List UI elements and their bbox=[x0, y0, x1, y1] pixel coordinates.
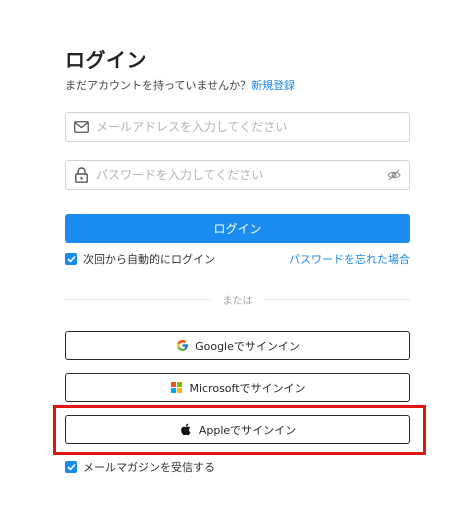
newsletter-label: メールマガジンを受信する bbox=[83, 461, 215, 474]
login-button[interactable]: ログイン bbox=[65, 214, 410, 243]
lock-icon bbox=[66, 161, 96, 189]
password-field[interactable] bbox=[65, 160, 410, 190]
google-signin-button[interactable]: Googleでサインイン bbox=[65, 331, 410, 360]
signup-prompt: まだアカウントを持っていませんか？新規登録 bbox=[65, 77, 295, 93]
eye-slash-icon[interactable] bbox=[379, 161, 409, 189]
google-logo-icon bbox=[175, 339, 189, 353]
envelope-icon bbox=[66, 113, 96, 141]
divider-line-left bbox=[65, 298, 211, 300]
checkmark-icon bbox=[66, 255, 76, 263]
password-input[interactable] bbox=[96, 161, 379, 189]
login-page: ログイン まだアカウントを持っていませんか？新規登録 メールアドレスを入力してく… bbox=[0, 0, 473, 512]
apple-logo-icon bbox=[179, 423, 193, 437]
divider-line-right bbox=[264, 298, 410, 300]
microsoft-signin-button[interactable]: Microsoftでサインイン bbox=[65, 373, 410, 402]
remember-me-checkbox[interactable] bbox=[65, 253, 77, 265]
or-divider: または bbox=[65, 292, 410, 307]
email-field[interactable] bbox=[65, 112, 410, 142]
google-signin-label: Googleでサインイン bbox=[195, 339, 300, 353]
forgot-password-link[interactable]: パスワードを忘れた場合 bbox=[289, 251, 410, 267]
signup-prompt-text: まだアカウントを持っていませんか？ bbox=[65, 79, 252, 92]
apple-signin-label: Appleでサインイン bbox=[198, 423, 297, 437]
newsletter-checkbox[interactable] bbox=[65, 461, 77, 473]
page-title: ログイン bbox=[65, 48, 147, 72]
microsoft-signin-label: Microsoftでサインイン bbox=[189, 381, 306, 395]
remember-me-label: 次回から自動的にログイン bbox=[83, 253, 215, 266]
checkmark-icon bbox=[66, 463, 76, 471]
microsoft-logo-icon bbox=[169, 381, 183, 395]
newsletter-row: メールマガジンを受信する bbox=[65, 459, 215, 475]
apple-signin-button[interactable]: Appleでサインイン bbox=[65, 415, 410, 444]
divider-text: または bbox=[222, 295, 253, 307]
signup-link[interactable]: 新規登録 bbox=[251, 79, 295, 92]
email-input[interactable] bbox=[96, 113, 409, 141]
remember-me-row: 次回から自動的にログイン bbox=[65, 251, 215, 267]
